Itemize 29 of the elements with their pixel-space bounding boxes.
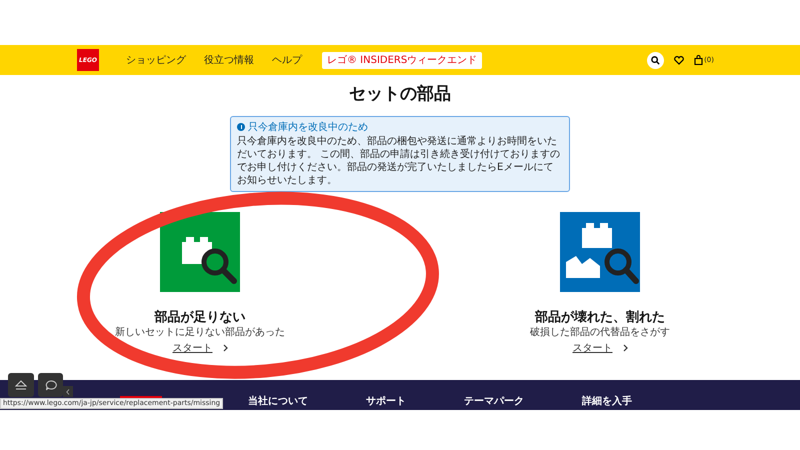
start-link[interactable]: スタート bbox=[172, 342, 228, 354]
option-subtitle: 新しいセットに足りない部品があった bbox=[115, 326, 285, 338]
notice-text: 只今倉庫内を改良中のため、部品の梱包や発送に通常よりお時間をいただいております。 この間、部品の申請は引き続き受け付けておりますのでお申し付けください。部品の発送が完了いたしましたらEメールにてお知らせいたします。 bbox=[237, 134, 562, 186]
chat-bubble-icon bbox=[44, 380, 56, 390]
search-icon[interactable] bbox=[647, 52, 664, 68]
collapse-tab[interactable] bbox=[63, 386, 73, 397]
scroll-top-button[interactable] bbox=[8, 373, 34, 397]
option-subtitle: 破損した部品の代替品をさがす bbox=[530, 326, 670, 338]
start-link[interactable]: スタート bbox=[572, 342, 628, 354]
chevron-right-icon bbox=[622, 344, 628, 352]
notice-heading: 只今倉庫内を改良中のため bbox=[248, 120, 368, 134]
page-title: セットの部品 bbox=[349, 83, 451, 106]
chat-button[interactable] bbox=[38, 373, 63, 397]
chevron-left-icon bbox=[66, 388, 70, 394]
nav-link[interactable]: 役立つ情報 bbox=[204, 52, 254, 68]
footer-heading[interactable]: サポート bbox=[366, 396, 406, 408]
chevron-right-icon bbox=[222, 344, 228, 352]
nav-link[interactable]: ヘルプ bbox=[272, 52, 302, 68]
footer-heading[interactable]: テーマパーク bbox=[464, 396, 524, 408]
option-title: 部品が壊れた、割れた bbox=[535, 310, 665, 326]
option-title: 部品が足りない bbox=[154, 310, 246, 326]
heart-icon[interactable] bbox=[674, 56, 684, 64]
bag-icon[interactable] bbox=[694, 55, 704, 65]
info-icon bbox=[237, 123, 245, 131]
footer-heading[interactable]: 当社について bbox=[248, 396, 308, 408]
eject-icon bbox=[15, 380, 27, 390]
nav-link[interactable]: ショッピング bbox=[126, 52, 186, 68]
footer-heading[interactable]: 詳細を入手 bbox=[582, 396, 632, 408]
promo-link[interactable]: レゴ® INSIDERSウィークエンド bbox=[322, 52, 482, 68]
